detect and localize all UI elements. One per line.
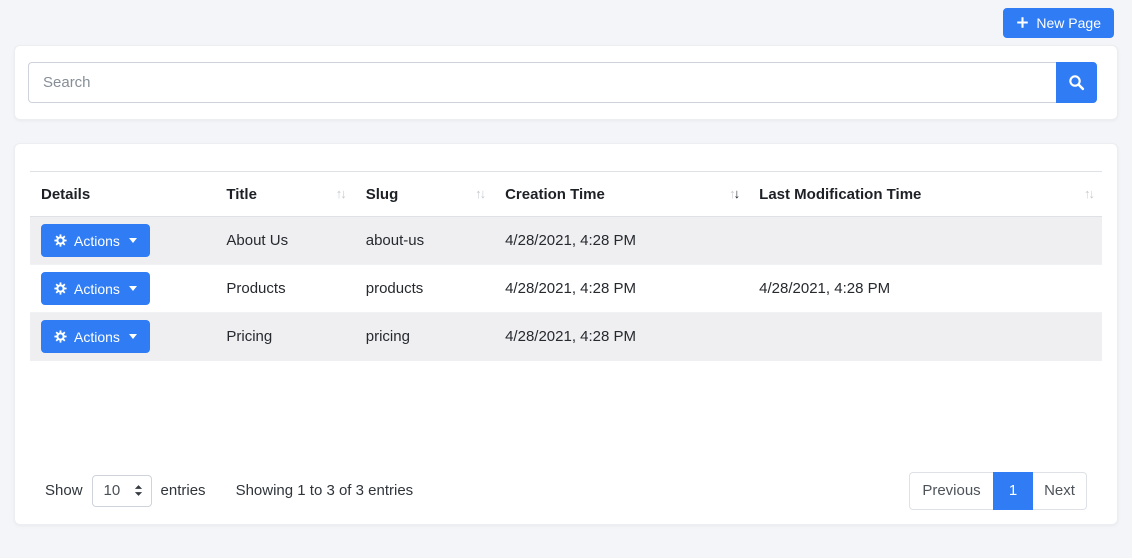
table-row: Actions About Us about-us 4/28/2021, 4:2… [30,217,1102,265]
page-size-select[interactable]: 10 [92,475,152,507]
pages-table-card: Details Title ↑↓ Slug ↑↓ Creation Time ↑… [14,143,1118,525]
actions-label: Actions [74,281,120,297]
pages-table: Details Title ↑↓ Slug ↑↓ Creation Time ↑… [30,171,1102,361]
last-modification-time-cell [747,217,1102,265]
table-header-row: Details Title ↑↓ Slug ↑↓ Creation Time ↑… [30,172,1102,217]
new-page-label: New Page [1036,15,1101,31]
sort-icons: ↑↓ [336,186,347,201]
column-header-title[interactable]: Title ↑↓ [214,172,353,217]
sort-icons: ↑↓ [1084,186,1095,201]
actions-dropdown-button[interactable]: Actions [41,320,150,353]
gear-icon [54,330,67,343]
search-card [14,45,1118,120]
search-button[interactable] [1056,62,1097,103]
column-label: Title [226,186,257,203]
show-label: Show [45,482,83,499]
search-icon [1068,74,1085,91]
details-cell: Actions [30,217,214,265]
last-modification-time-cell: 4/28/2021, 4:28 PM [747,265,1102,313]
gear-icon [54,234,67,247]
actions-dropdown-button[interactable]: Actions [41,224,150,257]
slug-cell: about-us [354,217,493,265]
table-row: Actions Products products 4/28/2021, 4:2… [30,265,1102,313]
plus-icon [1016,16,1029,29]
pagination: Previous 1 Next [909,472,1087,510]
select-arrows-icon [134,484,143,497]
new-page-button[interactable]: New Page [1003,8,1114,38]
column-label: Details [41,186,90,203]
details-cell: Actions [30,313,214,361]
title-cell: Pricing [214,313,353,361]
pagination-previous[interactable]: Previous [909,472,993,510]
column-label: Creation Time [505,186,605,203]
table-row: Actions Pricing pricing 4/28/2021, 4:28 … [30,313,1102,361]
details-cell: Actions [30,265,214,313]
title-cell: About Us [214,217,353,265]
chevron-down-icon [129,334,137,339]
actions-dropdown-button[interactable]: Actions [41,272,150,305]
column-label: Last Modification Time [759,186,921,203]
column-label: Slug [366,186,399,203]
page-size-value: 10 [104,482,121,499]
actions-label: Actions [74,233,120,249]
creation-time-cell: 4/28/2021, 4:28 PM [493,265,747,313]
slug-cell: products [354,265,493,313]
sort-icons: ↑↓ [475,186,486,201]
table-empty-space [30,361,1102,472]
column-header-last-modification-time[interactable]: Last Modification Time ↑↓ [747,172,1102,217]
creation-time-cell: 4/28/2021, 4:28 PM [493,217,747,265]
page-length-control: Show 10 entries [45,475,206,507]
pagination-next[interactable]: Next [1033,472,1087,510]
column-header-creation-time[interactable]: Creation Time ↑↓ [493,172,747,217]
column-header-details: Details [30,172,214,217]
pagination-page-1[interactable]: 1 [993,472,1033,510]
title-cell: Products [214,265,353,313]
search-input-group [28,62,1097,103]
gear-icon [54,282,67,295]
sort-icons: ↑↓ [729,186,740,201]
creation-time-cell: 4/28/2021, 4:28 PM [493,313,747,361]
actions-label: Actions [74,329,120,345]
top-bar: New Page [0,0,1132,45]
table-footer: Show 10 entries Showing 1 to 3 of 3 entr… [30,472,1102,510]
last-modification-time-cell [747,313,1102,361]
entries-label: entries [161,482,206,499]
chevron-down-icon [129,286,137,291]
search-input[interactable] [28,62,1056,103]
slug-cell: pricing [354,313,493,361]
chevron-down-icon [129,238,137,243]
column-header-slug[interactable]: Slug ↑↓ [354,172,493,217]
entries-info: Showing 1 to 3 of 3 entries [236,482,414,499]
